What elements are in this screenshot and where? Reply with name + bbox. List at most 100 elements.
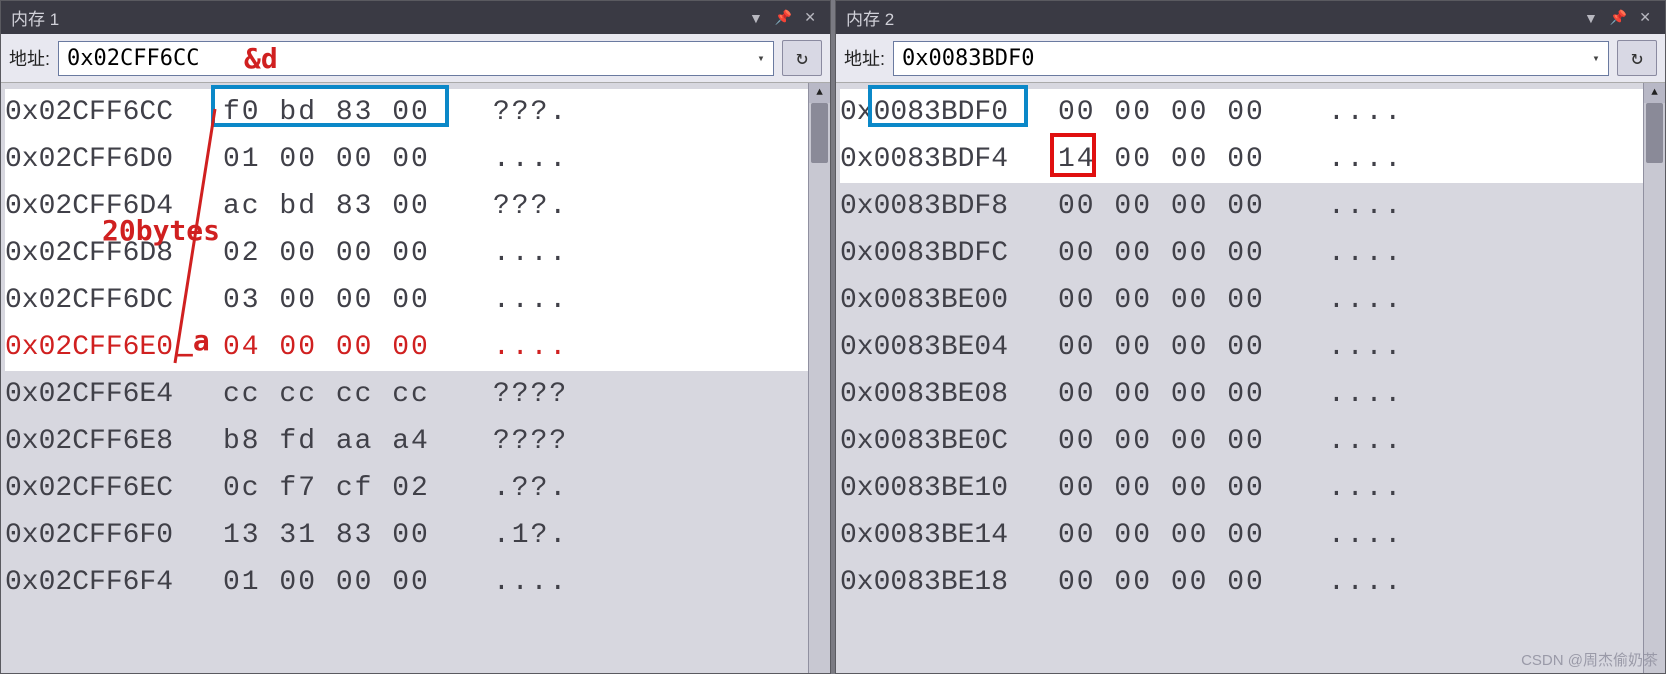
hex-cell: 00 00 00 00 (1040, 277, 1300, 324)
scroll-thumb[interactable] (811, 103, 828, 163)
addr-cell: 0x0083BDF4 (840, 136, 1040, 183)
memory-row: 0x0083BDF414 00 00 00.... (840, 136, 1643, 183)
hex-cell: 00 00 00 00 (1040, 371, 1300, 418)
ascii-cell: .... (1300, 277, 1403, 324)
addr-cell: 0x02CFF6E4 (5, 371, 205, 418)
scroll-thumb[interactable] (1646, 103, 1663, 163)
addr-cell: 0x02CFF6E0 (5, 324, 205, 371)
close-icon[interactable]: ✕ (1635, 9, 1655, 26)
addr-cell: 0x0083BDF0 (840, 89, 1040, 136)
hex-cell: 00 00 00 00 (1040, 230, 1300, 277)
addr-cell: 0x0083BDF8 (840, 183, 1040, 230)
ascii-cell: .... (1300, 183, 1403, 230)
hex-cell: 13 31 83 00 (205, 512, 465, 559)
hex-cell: 02 00 00 00 (205, 230, 465, 277)
memory-row: 0x0083BE1400 00 00 00.... (840, 512, 1643, 559)
hex-cell: 04 00 00 00 (205, 324, 465, 371)
ascii-cell: .... (1300, 418, 1403, 465)
address-input[interactable] (894, 42, 1584, 75)
hex-cell: f0 bd 83 00 (205, 89, 465, 136)
titlebar-controls: ▼ 📌 ✕ (1580, 9, 1655, 26)
memory-row: 0x02CFF6CCf0 bd 83 00???. (5, 89, 808, 136)
addr-cell: 0x02CFF6EC (5, 465, 205, 512)
memory-row: 0x0083BDF800 00 00 00.... (840, 183, 1643, 230)
hex-cell: cc cc cc cc (205, 371, 465, 418)
hex-cell: 00 00 00 00 (1040, 89, 1300, 136)
hex-cell: 01 00 00 00 (205, 559, 465, 606)
refresh-button[interactable]: ↻ (1617, 40, 1657, 76)
addr-cell: 0x02CFF6D0 (5, 136, 205, 183)
hex-cell: 00 00 00 00 (1040, 559, 1300, 606)
ascii-cell: ???? (465, 371, 568, 418)
memory-row: 0x0083BDF000 00 00 00.... (840, 89, 1643, 136)
ascii-cell: ???. (465, 183, 568, 230)
ascii-cell: ???. (465, 89, 568, 136)
memory-row: 0x0083BE0C00 00 00 00.... (840, 418, 1643, 465)
address-input-wrap: ▾ (58, 41, 774, 76)
memory-row: 0x02CFF6E8b8 fd aa a4???? (5, 418, 808, 465)
memory-content: 0x0083BDF000 00 00 00....0x0083BDF414 00… (836, 83, 1643, 673)
addr-cell: 0x02CFF6D8 (5, 230, 205, 277)
dropdown-icon[interactable]: ▼ (1580, 10, 1602, 26)
titlebar: 内存 1 ▼ 📌 ✕ (1, 1, 830, 34)
ascii-cell: .... (1300, 465, 1403, 512)
scroll-up-icon[interactable]: ▲ (809, 83, 830, 103)
hex-cell: 14 00 00 00 (1040, 136, 1300, 183)
ascii-cell: .... (465, 324, 568, 371)
addr-cell: 0x0083BE00 (840, 277, 1040, 324)
refresh-button[interactable]: ↻ (782, 40, 822, 76)
addr-cell: 0x0083BE14 (840, 512, 1040, 559)
addr-cell: 0x0083BE0C (840, 418, 1040, 465)
dropdown-icon[interactable]: ▼ (745, 10, 767, 26)
ascii-cell: .... (1300, 559, 1403, 606)
addr-cell: 0x02CFF6F0 (5, 512, 205, 559)
scroll-up-icon[interactable]: ▲ (1644, 83, 1665, 103)
scrollbar[interactable]: ▲ (808, 83, 830, 673)
ascii-cell: .... (465, 230, 568, 277)
scrollbar[interactable]: ▲ (1643, 83, 1665, 673)
address-input[interactable] (59, 42, 749, 75)
addr-cell: 0x02CFF6CC (5, 89, 205, 136)
memory-row: 0x02CFF6DC03 00 00 00.... (5, 277, 808, 324)
hex-cell: 00 00 00 00 (1040, 324, 1300, 371)
watermark: CSDN @周杰偷奶茶 (1521, 649, 1658, 670)
address-label: 地址: (844, 45, 885, 71)
hex-cell: 01 00 00 00 (205, 136, 465, 183)
ascii-cell: .... (465, 136, 568, 183)
pin-icon[interactable]: 📌 (771, 9, 796, 26)
ascii-cell: .??. (465, 465, 568, 512)
hex-cell: 00 00 00 00 (1040, 465, 1300, 512)
ascii-cell: .... (1300, 371, 1403, 418)
memory-row: 0x0083BDFC00 00 00 00.... (840, 230, 1643, 277)
hex-cell: ac bd 83 00 (205, 183, 465, 230)
hex-cell: b8 fd aa a4 (205, 418, 465, 465)
memory-row: 0x0083BE1800 00 00 00.... (840, 559, 1643, 606)
memory-row: 0x0083BE0400 00 00 00.... (840, 324, 1643, 371)
hex-cell: 00 00 00 00 (1040, 512, 1300, 559)
ascii-cell: ???? (465, 418, 568, 465)
memory-panel-2: 内存 2 ▼ 📌 ✕ 地址: ▾ ↻ 0x0083BDF000 00 00 00… (835, 0, 1666, 674)
titlebar: 内存 2 ▼ 📌 ✕ (836, 1, 1665, 34)
hex-cell: 00 00 00 00 (1040, 418, 1300, 465)
ascii-cell: .... (1300, 230, 1403, 277)
hex-cell: 0c f7 cf 02 (205, 465, 465, 512)
ascii-cell: .... (1300, 512, 1403, 559)
address-bar: 地址: ▾ ↻ (1, 34, 830, 83)
memory-row: 0x0083BE0800 00 00 00.... (840, 371, 1643, 418)
memory-row: 0x02CFF6EC0c f7 cf 02.??. (5, 465, 808, 512)
hex-cell: 03 00 00 00 (205, 277, 465, 324)
panel-title: 内存 2 (846, 5, 894, 30)
address-dropdown-icon[interactable]: ▾ (749, 51, 773, 66)
close-icon[interactable]: ✕ (800, 9, 820, 26)
memory-body: 0x0083BDF000 00 00 00....0x0083BDF414 00… (836, 83, 1665, 673)
address-dropdown-icon[interactable]: ▾ (1584, 51, 1608, 66)
memory-row: 0x02CFF6E4cc cc cc cc???? (5, 371, 808, 418)
memory-row: 0x02CFF6F013 31 83 00.1?. (5, 512, 808, 559)
memory-panel-1: 内存 1 ▼ 📌 ✕ 地址: ▾ ↻ 0x02CFF6CCf0 bd 83 00… (0, 0, 831, 674)
ascii-cell: .... (1300, 136, 1403, 183)
memory-row: 0x0083BE1000 00 00 00.... (840, 465, 1643, 512)
memory-row: 0x02CFF6F401 00 00 00.... (5, 559, 808, 606)
pin-icon[interactable]: 📌 (1606, 9, 1631, 26)
memory-row: 0x02CFF6D802 00 00 00.... (5, 230, 808, 277)
titlebar-controls: ▼ 📌 ✕ (745, 9, 820, 26)
